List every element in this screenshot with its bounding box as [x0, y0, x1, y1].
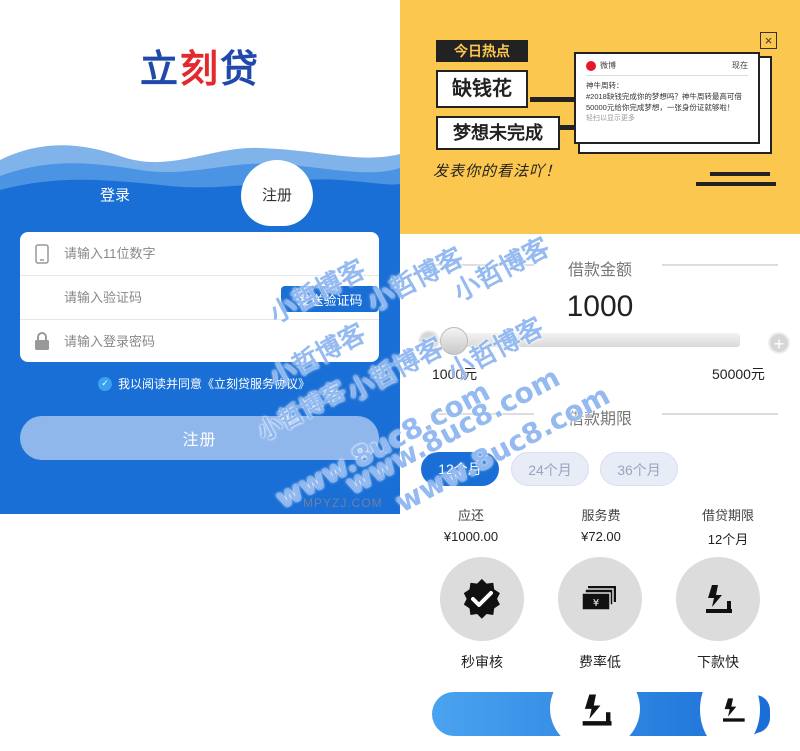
close-icon[interactable]: × — [760, 32, 777, 49]
checkbox-checked-icon[interactable]: ✓ — [98, 376, 112, 391]
amount-max-label: 50000元 — [712, 366, 765, 382]
banner-decor-lines — [696, 172, 776, 192]
feature-fast-review — [440, 557, 524, 641]
password-row — [20, 319, 379, 362]
headline-2: 梦想未完成 — [436, 116, 560, 150]
summary-repay: 应还 ¥1000.00 — [416, 505, 526, 544]
app-logo: 立刻贷 — [0, 38, 400, 93]
send-code-button[interactable]: 发送验证码 — [281, 286, 379, 312]
loan-screen: × 今日热点 缺钱花 梦想未完成 发表你的看法吖！ 微博 现在 神牛周转： #2… — [400, 0, 800, 751]
weibo-more: 轻扫以显示更多 — [586, 115, 635, 122]
term-option-24[interactable]: 24个月 — [511, 452, 589, 486]
tab-register[interactable]: 注册 — [241, 184, 313, 205]
summary-label: 应还 — [457, 508, 484, 523]
logo-char-1: 立 — [139, 47, 180, 91]
tab-login[interactable]: 登录 — [80, 184, 150, 205]
lock-icon — [20, 320, 64, 363]
feature-fast-payout — [676, 557, 760, 641]
term-option-36[interactable]: 36个月 — [600, 452, 678, 486]
download-icon — [723, 698, 745, 722]
feature-label-review: 秒审核 — [461, 654, 503, 670]
register-button[interactable]: 注册 — [20, 416, 379, 460]
logo-char-3: 贷 — [220, 47, 261, 91]
summary-value: ¥72.00 — [581, 529, 621, 544]
summary-label: 借贷期限 — [701, 508, 754, 523]
logo-char-2: 刻 — [179, 47, 220, 91]
plus-button[interactable]: + — [768, 332, 790, 354]
password-input[interactable] — [64, 333, 264, 349]
phone-icon — [20, 232, 64, 275]
verification-code-input[interactable] — [64, 289, 264, 305]
register-screen: 立刻贷 登录 注册 发送验证码 — [0, 0, 400, 751]
weibo-text: #2018缺钱完成你的梦想吗？神牛周转最高可借50000元给你完成梦想，一张身份… — [586, 92, 742, 112]
headline-1: 缺钱花 — [436, 70, 528, 108]
site-credit: MPYZJ.COM — [303, 496, 383, 510]
minus-button[interactable]: − — [418, 330, 440, 352]
weibo-source: 微博 — [600, 61, 616, 70]
weibo-author: 神牛周转： — [586, 81, 624, 90]
amount-min-label: 1000元 — [432, 366, 478, 382]
badge-check-icon — [463, 578, 500, 619]
svg-text:¥: ¥ — [593, 598, 599, 609]
page: 立刻贷 登录 注册 发送验证码 — [0, 0, 800, 751]
agreement-text: 我以阅读并同意《立刻贷服务协议》 — [118, 377, 311, 391]
code-row: 发送验证码 — [20, 275, 379, 318]
download-icon — [706, 585, 732, 613]
amount-title: 借款金额 — [568, 262, 633, 279]
feature-low-fee: ¥ — [558, 557, 642, 641]
term-title: 借款期限 — [568, 411, 633, 428]
summary-value: 12个月 — [707, 532, 749, 547]
loan-amount-value: 1000 — [566, 290, 634, 323]
weibo-card: 微博 现在 神牛周转： #2018缺钱完成你的梦想吗？神牛周转最高可借50000… — [574, 52, 760, 144]
banner-comment: 发表你的看法吖！ — [433, 163, 562, 180]
hot-topic-banner: × 今日热点 缺钱花 梦想未完成 发表你的看法吖！ 微博 现在 神牛周转： #2… — [400, 0, 800, 234]
summary-value: ¥1000.00 — [443, 529, 499, 544]
feature-label-payout: 下款快 — [697, 654, 739, 670]
amount-slider-thumb[interactable] — [440, 327, 468, 355]
phone-input[interactable] — [64, 246, 264, 261]
register-form: 发送验证码 — [20, 232, 379, 362]
money-stack-icon: ¥ — [581, 586, 616, 611]
hot-tag: 今日热点 — [436, 40, 528, 62]
summary-fee: 服务费 ¥72.00 — [546, 505, 656, 544]
phone-row — [20, 232, 379, 275]
summary-label: 服务费 — [581, 508, 621, 523]
agreement-row[interactable]: ✓ 我以阅读并同意《立刻贷服务协议》 — [98, 375, 310, 392]
term-option-12[interactable]: 12个月 — [421, 452, 499, 486]
summary-term: 借贷期限 12个月 — [673, 505, 783, 548]
weibo-icon — [586, 60, 596, 71]
download-icon — [582, 694, 612, 726]
weibo-time: 现在 — [732, 61, 748, 70]
amount-slider-track[interactable] — [442, 333, 740, 347]
